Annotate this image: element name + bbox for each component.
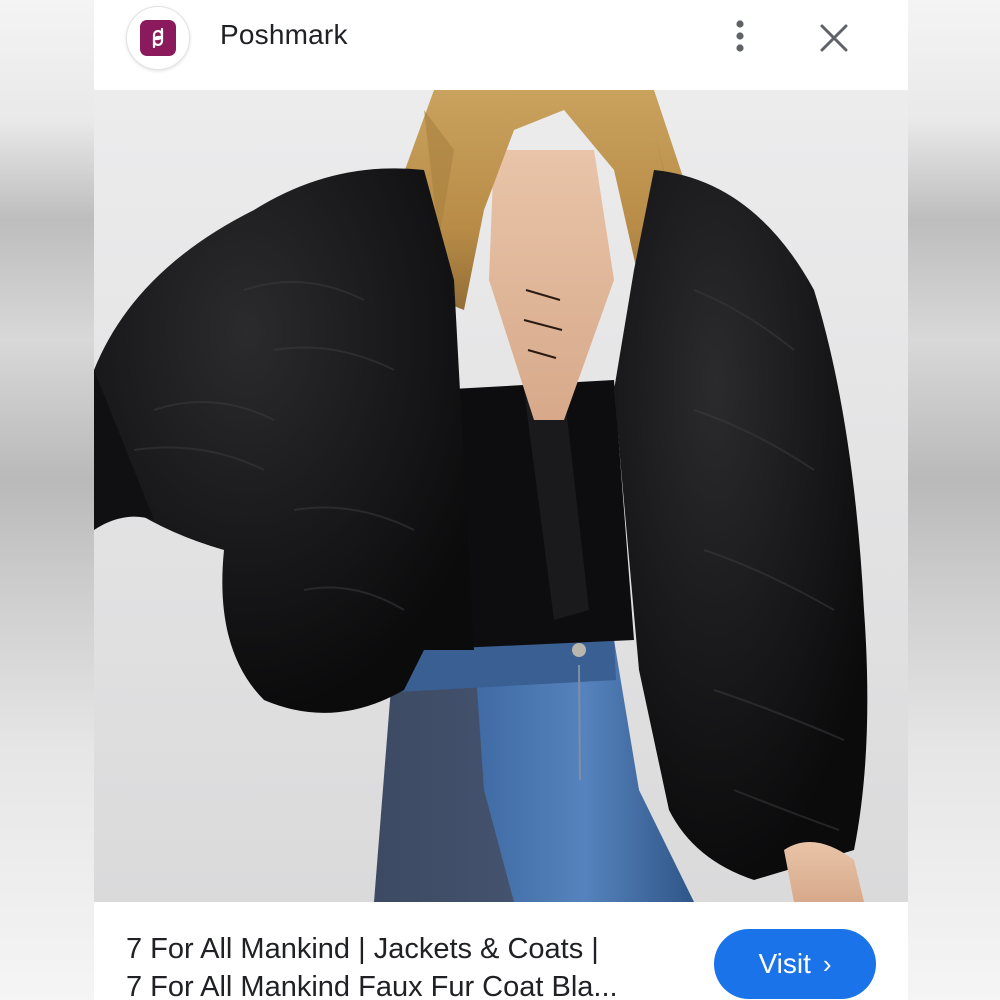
result-title-line-2: 7 For All Mankind Faux Fur Coat Bla...: [126, 971, 618, 1000]
chevron-right-icon: ›: [822, 949, 832, 979]
close-icon: [820, 24, 848, 52]
visit-button-label: Visit: [758, 948, 811, 979]
image-preview-card: Poshmark 7 For All Mankind | Jackets & C…: [94, 0, 908, 1000]
result-title[interactable]: 7 For All Mankind | Jackets & Coats | 7 …: [126, 930, 686, 1000]
site-favicon[interactable]: [126, 6, 190, 70]
preview-header: Poshmark: [94, 0, 908, 90]
close-button[interactable]: [812, 16, 856, 60]
visit-button[interactable]: Visit ›: [714, 929, 876, 999]
poshmark-logo-icon: [140, 20, 176, 56]
result-footer: 7 For All Mankind | Jackets & Coats | 7 …: [94, 902, 908, 1000]
more-vert-icon: [736, 20, 744, 52]
more-options-button[interactable]: [722, 16, 758, 56]
product-image[interactable]: [94, 90, 908, 902]
site-name[interactable]: Poshmark: [220, 19, 348, 51]
result-title-line-1: 7 For All Mankind | Jackets & Coats |: [126, 933, 599, 965]
